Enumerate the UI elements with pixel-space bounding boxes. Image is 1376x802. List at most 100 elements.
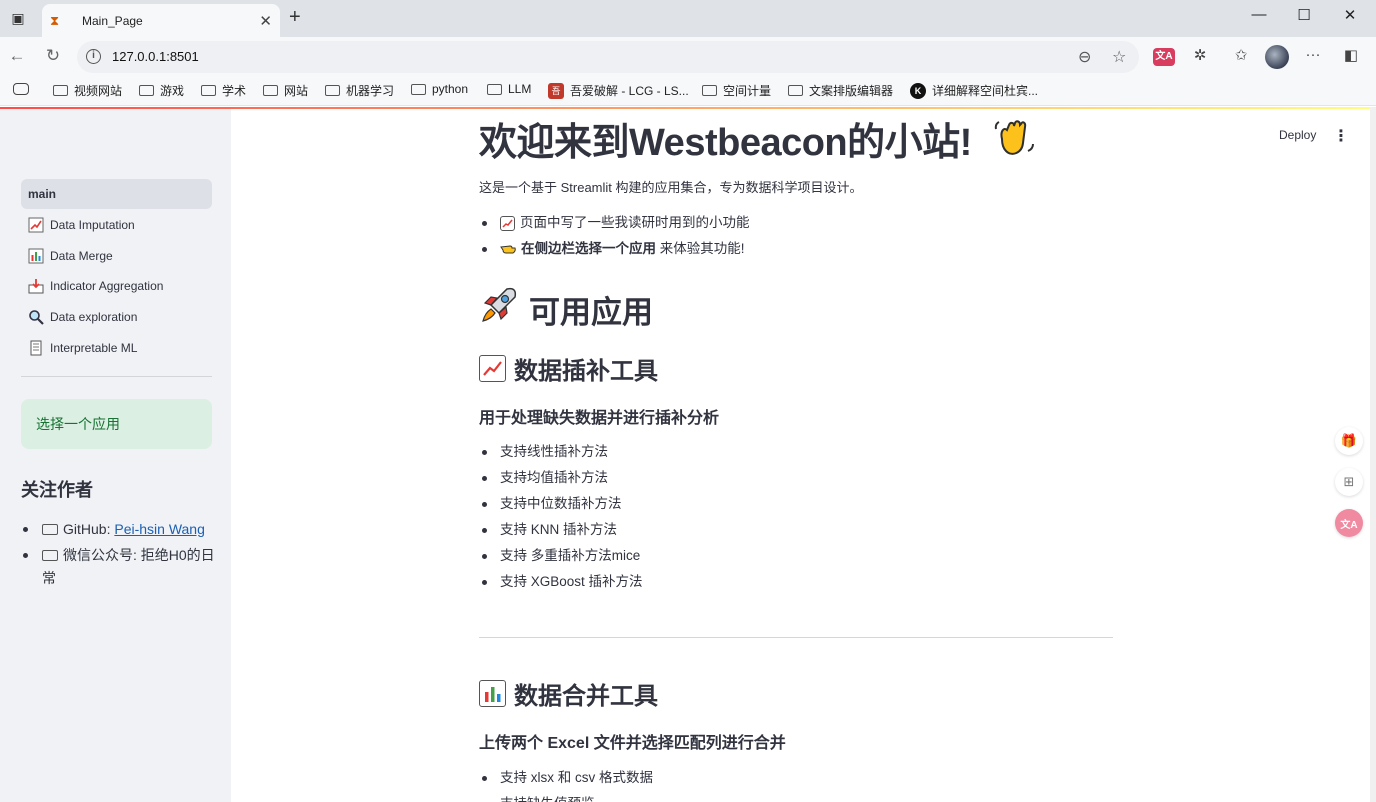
bar-chart-icon (28, 248, 44, 264)
gift-icon[interactable]: 🎁 (1335, 427, 1363, 455)
sidebar-item-label: Data exploration (50, 310, 138, 325)
bookmark-folder[interactable]: 空间计量 (702, 82, 771, 99)
pointing-hand-icon (500, 238, 517, 264)
chart-increasing-icon (500, 216, 515, 231)
document-icon (28, 340, 44, 356)
available-apps-heading: 可用应用 (479, 285, 653, 333)
bookmark-folder[interactable]: 视频网站 (53, 82, 122, 99)
minimize-window-button[interactable]: — (1244, 6, 1274, 23)
rocket-icon (479, 285, 519, 333)
merge-feature-list: 支持 xlsx 和 csv 格式数据 支持缺失值预览 (479, 765, 1113, 802)
bullet-bold-text: 在侧边栏选择一个应用 (521, 241, 656, 256)
kimi-site-icon: K (910, 82, 926, 99)
extensions-puzzle-icon[interactable]: ✲ (1189, 46, 1211, 64)
sidebar: main Data Imputation Data Merge Indicato… (0, 109, 231, 802)
sidebar-item-interpretable-ml[interactable]: Interpretable ML (21, 333, 212, 363)
address-bar[interactable]: i 127.0.0.1:8501 ⊖ ☆ (77, 41, 1139, 73)
list-item: 支持均值插补方法 (479, 465, 1113, 491)
author-links-list: GitHub: Pei-hsin Wang 微信公众号: 拒绝H0的日常 (21, 518, 216, 590)
folder-icon (702, 85, 717, 96)
main-content: Deploy ⋮ 欢迎来到Westbeacon的小站! 这是一个基于 Strea… (231, 109, 1370, 802)
sidebar-item-data-imputation[interactable]: Data Imputation (21, 210, 212, 240)
reload-button[interactable]: ↻ (42, 46, 64, 66)
sidebar-item-label: Indicator Aggregation (50, 279, 164, 294)
bookmark-folder[interactable]: 机器学习 (325, 82, 394, 99)
page-title: 欢迎来到Westbeacon的小站! (479, 111, 1036, 169)
sidebar-success-message: 选择一个应用 (21, 399, 212, 449)
bookmark-folder[interactable]: 游戏 (139, 82, 184, 99)
list-item: 支持线性插补方法 (479, 439, 1113, 465)
computer-icon (42, 550, 58, 561)
streamlit-app: main Data Imputation Data Merge Indicato… (0, 107, 1370, 802)
bookmark-label: LLM (508, 82, 532, 96)
list-item: 支持中位数插补方法 (479, 491, 1113, 517)
tab-title: Main_Page (82, 13, 143, 28)
more-menu-icon[interactable]: ··· (1302, 46, 1324, 63)
bookmark-link[interactable]: K 详细解释空间杜宾... (910, 82, 1038, 99)
bookmark-folder[interactable]: 网站 (263, 82, 308, 99)
list-item: 支持 KNN 插补方法 (479, 517, 1113, 543)
translate-extension-icon[interactable]: 文A (1153, 48, 1175, 66)
close-window-button[interactable]: ✕ (1335, 6, 1365, 24)
tab-actions-icon[interactable]: ▣ (8, 8, 28, 28)
wechat-text: 微信公众号: 拒绝H0的日常 (42, 547, 215, 586)
chart-increasing-icon (28, 217, 44, 233)
profile-avatar[interactable] (1265, 45, 1289, 69)
bookmark-link[interactable]: 吾吾爱破解 - LCG - LS... (548, 82, 689, 99)
section-divider (479, 637, 1113, 638)
imputation-feature-list: 支持线性插补方法 支持均值插补方法 支持中位数插补方法 支持 KNN 插补方法 … (479, 439, 1113, 595)
close-tab-icon[interactable]: ✕ (259, 12, 272, 30)
list-item: 支持 xlsx 和 csv 格式数据 (479, 765, 1113, 791)
52pojie-site-icon: 吾 (548, 82, 564, 99)
deploy-button[interactable]: Deploy (1279, 128, 1316, 142)
folder-icon (53, 85, 68, 96)
sidebar-item-main[interactable]: main (21, 179, 212, 209)
app-heading-text: 数据合并工具 (514, 683, 658, 710)
bookmark-label: 详细解释空间杜宾... (932, 84, 1039, 98)
inbox-tray-icon (28, 278, 44, 294)
main-menu-button[interactable]: ⋮ (1333, 126, 1349, 146)
site-info-icon[interactable]: i (86, 49, 101, 64)
bookmark-label: 视频网站 (74, 84, 123, 98)
bookmark-folder[interactable]: 文案排版编辑器 (788, 82, 893, 99)
list-item: 微信公众号: 拒绝H0的日常 (21, 544, 216, 590)
apps-grid-icon[interactable]: ⊞ (1335, 468, 1363, 496)
computer-icon (42, 524, 58, 535)
back-button[interactable]: ← (6, 46, 28, 66)
bookmarks-app-icon[interactable] (13, 83, 29, 95)
sidebar-item-indicator-aggregation[interactable]: Indicator Aggregation (21, 271, 212, 301)
bookmark-folder[interactable]: 学术 (201, 82, 246, 99)
list-item: 支持缺失值预览 (479, 791, 1113, 802)
zoom-icon[interactable]: ⊖ (1078, 47, 1091, 67)
browser-tab-active[interactable]: ⧗ Main_Page ✕ (42, 4, 280, 37)
favorite-star-icon[interactable]: ☆ (1112, 47, 1126, 67)
folder-icon (325, 85, 340, 96)
page-scrollbar[interactable] (1370, 107, 1376, 802)
app-subtitle-imputation: 用于处理缺失数据并进行插补分析 (479, 410, 720, 427)
page-title-text: 欢迎来到Westbeacon的小站! (479, 122, 972, 164)
browser-tab-bar: ▣ ⧗ Main_Page ✕ + — ☐ ✕ (0, 0, 1376, 37)
list-item: 在侧边栏选择一个应用 来体验其功能! (479, 236, 1113, 262)
success-message-text: 选择一个应用 (36, 416, 120, 432)
sidebar-item-data-merge[interactable]: Data Merge (21, 241, 212, 271)
app-heading-imputation: 数据插补工具 (479, 351, 658, 386)
bookmark-folder[interactable]: python (411, 82, 468, 96)
sidebar-item-label: main (28, 187, 57, 201)
list-item: 页面中写了一些我读研时用到的小功能 (479, 210, 1113, 236)
chart-increasing-icon (479, 355, 506, 382)
bookmark-folder[interactable]: LLM (487, 82, 531, 96)
bookmark-label: 网站 (284, 84, 309, 98)
bookmark-label: 学术 (222, 84, 247, 98)
translate-icon[interactable]: 文A (1335, 509, 1363, 537)
available-apps-heading-text: 可用应用 (529, 294, 653, 330)
app-subtitle-merge: 上传两个 Excel 文件并选择匹配列进行合并 (479, 735, 786, 752)
maximize-window-button[interactable]: ☐ (1289, 6, 1319, 24)
sidebar-item-data-exploration[interactable]: Data exploration (21, 302, 212, 332)
list-item: GitHub: Pei-hsin Wang (21, 518, 216, 541)
new-tab-button[interactable]: + (289, 6, 301, 29)
url-text[interactable]: 127.0.0.1:8501 (112, 49, 199, 64)
favorites-collection-icon[interactable]: ✩ (1230, 46, 1252, 64)
list-item: 支持 XGBoost 插补方法 (479, 569, 1113, 595)
sidebar-toggle-icon[interactable]: ◧ (1340, 46, 1362, 64)
github-link[interactable]: Pei-hsin Wang (114, 521, 205, 537)
